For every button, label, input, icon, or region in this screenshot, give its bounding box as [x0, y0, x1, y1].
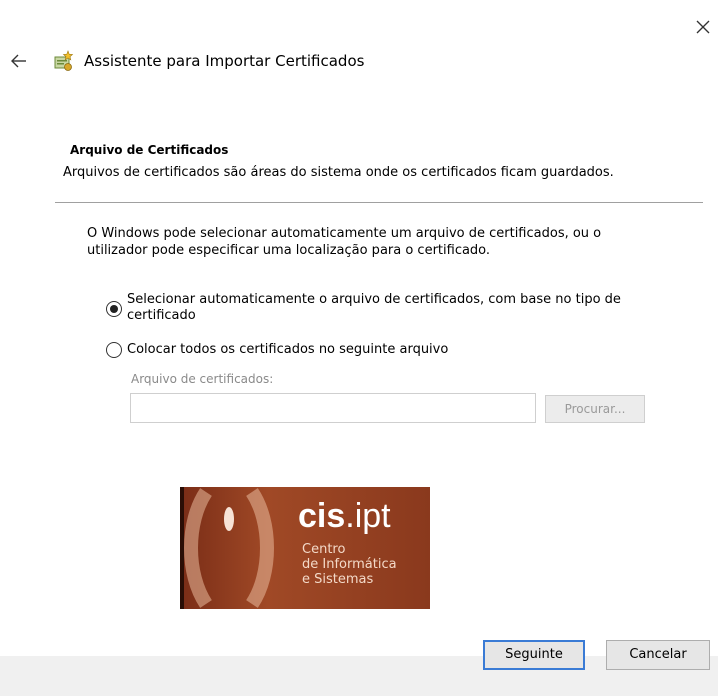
- store-field-label: Arquivo de certificados:: [131, 372, 274, 386]
- logo-subtitle: Centro de Informática e Sistemas: [302, 542, 397, 587]
- intro-text: O Windows pode selecionar automaticament…: [87, 226, 602, 258]
- browse-button[interactable]: Procurar...: [545, 395, 645, 423]
- window-title: Assistente para Importar Certificados: [84, 52, 365, 70]
- close-button[interactable]: [692, 16, 714, 38]
- next-button[interactable]: Seguinte: [483, 640, 585, 670]
- certificate-wizard-icon: [52, 50, 76, 72]
- back-button[interactable]: [10, 53, 28, 69]
- logo-brackets-icon: [180, 487, 274, 609]
- radio-selected-dot: [110, 305, 118, 313]
- cancel-button[interactable]: Cancelar: [606, 640, 710, 670]
- store-input[interactable]: [130, 393, 536, 423]
- back-arrow-icon: [11, 54, 26, 68]
- auto-select-label[interactable]: Selecionar automaticamente o arquivo de …: [127, 292, 667, 324]
- place-all-label[interactable]: Colocar todos os certificados no seguint…: [127, 342, 448, 357]
- section-description: Arquivos de certificados são áreas do si…: [63, 165, 614, 180]
- close-icon: [696, 20, 710, 34]
- logo-brand: cis.ipt: [298, 497, 391, 535]
- cis-ipt-logo: cis.ipt Centro de Informática e Sistemas: [180, 487, 430, 609]
- place-all-radio[interactable]: [106, 342, 122, 358]
- divider: [55, 202, 703, 203]
- auto-select-radio[interactable]: [106, 301, 122, 317]
- section-heading: Arquivo de Certificados: [70, 143, 229, 157]
